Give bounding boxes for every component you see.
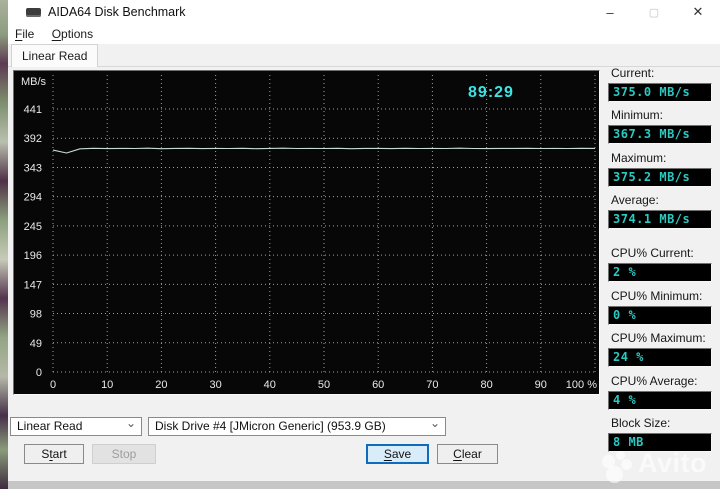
svg-text:392: 392 <box>24 133 42 145</box>
elapsed-timer: 89:29 <box>468 84 514 101</box>
maximize-icon: ▢ <box>648 6 660 19</box>
stat-value-box: 375.0 MB/s <box>608 83 712 102</box>
svg-text:80: 80 <box>480 379 492 391</box>
stat-label: Maximum: <box>611 151 667 165</box>
svg-text:0: 0 <box>50 379 56 391</box>
clear-button[interactable]: Clear <box>437 444 498 464</box>
drive-select-value: Disk Drive #4 [JMicron Generic] (953.9 G… <box>155 419 386 433</box>
svg-text:147: 147 <box>24 279 42 291</box>
start-button[interactable]: Start <box>24 444 84 464</box>
avito-watermark-text: Avito <box>638 448 707 478</box>
drive-select[interactable]: Disk Drive #4 [JMicron Generic] (953.9 G… <box>148 417 446 436</box>
svg-text:20: 20 <box>155 379 167 391</box>
stat-label: Current: <box>611 66 655 80</box>
test-type-value: Linear Read <box>17 419 83 433</box>
avito-logo-circle <box>606 466 623 483</box>
svg-text:40: 40 <box>264 379 276 391</box>
stat-value-box: 0 % <box>608 306 712 325</box>
svg-text:49: 49 <box>30 338 42 350</box>
close-icon: ✕ <box>692 4 704 19</box>
svg-text:441: 441 <box>24 104 42 116</box>
stat-value-box: 367.3 MB/s <box>608 125 712 144</box>
chevron-down-icon: ⌄ <box>125 417 136 430</box>
svg-text:10: 10 <box>101 379 113 391</box>
svg-text:60: 60 <box>372 379 384 391</box>
minimize-icon: – <box>606 4 614 20</box>
svg-text:0: 0 <box>36 367 42 379</box>
app-icon <box>26 8 41 17</box>
svg-text:50: 50 <box>318 379 330 391</box>
stop-button: Stop <box>92 444 156 464</box>
stat-label: Block Size: <box>611 416 671 430</box>
test-type-select[interactable]: Linear Read ⌄ <box>10 417 142 436</box>
stat-label: CPU% Minimum: <box>611 289 703 303</box>
save-button[interactable]: Save <box>366 444 429 464</box>
stat-label: CPU% Average: <box>611 374 698 388</box>
stat-label: Average: <box>611 193 659 207</box>
stat-value-box: 375.2 MB/s <box>608 168 712 187</box>
titlebar: AIDA64 Disk Benchmark – ▢ ✕ <box>8 0 720 24</box>
svg-text:294: 294 <box>24 192 42 204</box>
svg-text:70: 70 <box>426 379 438 391</box>
app-window: AIDA64 Disk Benchmark – ▢ ✕ File Options… <box>8 0 720 483</box>
stat-value-box: 4 % <box>608 391 712 410</box>
stat-value-box: 374.1 MB/s <box>608 210 712 229</box>
svg-text:30: 30 <box>209 379 221 391</box>
svg-text:343: 343 <box>24 162 42 174</box>
menu-options[interactable]: Options <box>45 24 100 44</box>
close-button[interactable]: ✕ <box>676 0 720 24</box>
stat-value-box: 2 % <box>608 263 712 282</box>
chevron-down-icon: ⌄ <box>429 417 440 430</box>
avito-watermark: Avito <box>596 446 720 486</box>
menubar: File Options <box>8 24 720 44</box>
svg-text:245: 245 <box>24 221 42 233</box>
svg-text:98: 98 <box>30 309 42 321</box>
minimize-button[interactable]: – <box>588 0 632 24</box>
screenshot-root: AIDA64 Disk Benchmark – ▢ ✕ File Options… <box>0 0 720 489</box>
svg-text:196: 196 <box>24 250 42 262</box>
window-title: AIDA64 Disk Benchmark <box>48 5 186 19</box>
svg-text:MB/s: MB/s <box>21 76 47 88</box>
menu-file[interactable]: File <box>8 24 41 44</box>
avito-logo-circle <box>621 459 632 470</box>
tab-linear-read[interactable]: Linear Read <box>11 44 99 67</box>
stat-label: CPU% Maximum: <box>611 331 706 345</box>
stat-label: Minimum: <box>611 108 664 122</box>
svg-text:100 %: 100 % <box>566 379 597 391</box>
stat-value-box: 24 % <box>608 348 712 367</box>
caption-buttons: – ▢ ✕ <box>588 0 720 24</box>
stat-label: CPU% Current: <box>611 246 694 260</box>
maximize-button: ▢ <box>632 0 676 24</box>
svg-text:90: 90 <box>535 379 547 391</box>
benchmark-chart: 441 392 343 294 245 196 147 98 49 0 MB/s 0 10 20 30 40 5… <box>13 70 600 395</box>
background-photo-edge <box>0 0 8 489</box>
